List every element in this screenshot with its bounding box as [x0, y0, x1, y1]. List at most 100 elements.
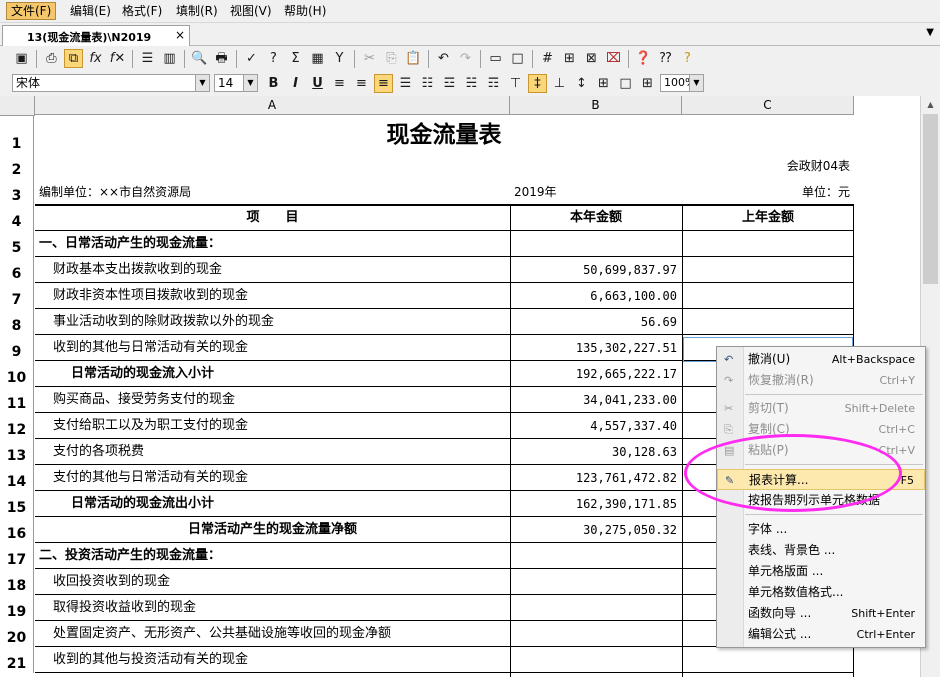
row-header[interactable]: 12	[0, 413, 34, 439]
row-value[interactable]: 4,557,337.40	[510, 413, 682, 439]
redo-icon[interactable]: ↷	[456, 49, 475, 68]
row-label[interactable]: 支付的其他与日常活动有关的现金	[53, 465, 507, 491]
context-menu-redo[interactable]: ↷ 恢复撤消(R) Ctrl+Y	[717, 370, 925, 391]
border-outline-icon[interactable]: □	[616, 74, 635, 93]
function-icon[interactable]: fx	[86, 49, 105, 68]
row-label[interactable]: 日常活动的现金流出小计	[71, 491, 507, 517]
context-menu-number-format[interactable]: 单元格数值格式...	[717, 582, 925, 603]
row-header[interactable]: 5	[0, 231, 34, 257]
check-formula-icon[interactable]: ?	[264, 49, 283, 68]
format-mode-icon[interactable]: ⧉	[64, 49, 83, 68]
menu-file[interactable]: 文件(F)	[6, 2, 57, 20]
cut-icon[interactable]: ✂	[360, 49, 379, 68]
underline-button[interactable]: U	[308, 74, 327, 93]
context-menu-cell-layout[interactable]: 单元格版面 ...	[717, 561, 925, 582]
row-value[interactable]: 135,302,227.51	[510, 335, 682, 361]
row-value[interactable]: 30,275,050.32	[510, 517, 682, 543]
scrollbar-thumb[interactable]	[923, 114, 938, 284]
sum-icon[interactable]: Σ	[286, 49, 305, 68]
row-header[interactable]: 7	[0, 283, 34, 309]
undo-icon[interactable]: ↶	[434, 49, 453, 68]
tip-icon[interactable]: ?	[678, 49, 697, 68]
row-label[interactable]: 财政非资本性项目拨款收到的现金	[53, 283, 507, 309]
row-value[interactable]	[510, 231, 682, 257]
print-setup-icon[interactable]: ⎙	[42, 49, 61, 68]
row-value[interactable]: 123,761,472.82	[510, 465, 682, 491]
valign-center-icon[interactable]: ‡	[528, 74, 547, 93]
font-name-select[interactable]: 宋体 ▼	[12, 74, 210, 92]
row-header[interactable]: 17	[0, 543, 34, 569]
valign-top-icon[interactable]: ⊤	[506, 74, 525, 93]
row-header[interactable]: 6	[0, 257, 34, 283]
context-menu-copy[interactable]: ⎘ 复制(C) Ctrl+C	[717, 419, 925, 440]
row-label[interactable]: 财政基本支出拨款收到的现金	[53, 257, 507, 283]
row-value[interactable]: 162,390,171.85	[510, 491, 682, 517]
print-icon[interactable]: 🖶	[212, 49, 231, 68]
help-icon[interactable]: ❓	[634, 49, 653, 68]
row-label[interactable]: 二、投资活动产生的现金流量：	[39, 543, 507, 569]
column-header-c[interactable]: C	[682, 96, 854, 115]
scroll-up-icon[interactable]: ▲	[923, 98, 938, 112]
row-header[interactable]: 11	[0, 387, 34, 413]
row-label[interactable]: 收到的其他与投资活动有关的现金	[53, 647, 507, 673]
formula-check-icon[interactable]: f✕	[108, 49, 127, 68]
row-header[interactable]: 4	[0, 205, 34, 231]
zoom-select[interactable]: 100% ▼	[660, 74, 704, 92]
row-label[interactable]: 日常活动的现金流入小计	[71, 361, 507, 387]
row-header[interactable]: 1	[0, 116, 34, 153]
grid-icon[interactable]: #	[538, 49, 557, 68]
row-header[interactable]: 14	[0, 465, 34, 491]
valign-distribute-icon[interactable]: ↕	[572, 74, 591, 93]
split-rows-icon[interactable]: ☰	[138, 49, 157, 68]
menu-format[interactable]: 格式(F)	[118, 3, 166, 19]
context-menu-edit-formula[interactable]: 编辑公式 ... Ctrl+Enter	[717, 624, 925, 645]
row-header[interactable]: 10	[0, 361, 34, 387]
context-menu-paste[interactable]: ▤ 粘贴(P) Ctrl+V	[717, 440, 925, 461]
document-tab[interactable]: 13(现金流量表)\N2019 ×	[2, 25, 190, 46]
row-value[interactable]: 192,665,222.17	[510, 361, 682, 387]
align-left-icon[interactable]: ≡	[330, 74, 349, 93]
row-header[interactable]: 9	[0, 335, 34, 361]
context-help-icon[interactable]: ⁇	[656, 49, 675, 68]
row-header[interactable]: 13	[0, 439, 34, 465]
column-header-b[interactable]: B	[510, 96, 682, 115]
row-header[interactable]: 19	[0, 595, 34, 621]
audit-icon[interactable]: ✓	[242, 49, 261, 68]
row-label[interactable]: 日常活动产生的现金流量净额	[35, 517, 510, 543]
italic-button[interactable]: I	[286, 74, 305, 93]
column-header-a[interactable]: A	[35, 96, 510, 115]
align-top-icon[interactable]: ☲	[440, 74, 459, 93]
menu-help[interactable]: 帮助(H)	[280, 3, 330, 19]
row-value[interactable]: 34,041,233.00	[510, 387, 682, 413]
row-header[interactable]: 2	[0, 153, 34, 179]
row-label[interactable]: 一、日常活动产生的现金流量：	[39, 231, 507, 257]
tab-list-dropdown-icon[interactable]: ▼	[926, 27, 934, 38]
grid-all-icon[interactable]: ⊞	[560, 49, 579, 68]
align-center-icon[interactable]: ≡	[352, 74, 371, 93]
row-value[interactable]	[510, 595, 682, 621]
row-header[interactable]: 16	[0, 517, 34, 543]
copy-icon[interactable]: ⎘	[382, 49, 401, 68]
font-size-select[interactable]: 14 ▼	[214, 74, 258, 92]
border-grid-icon[interactable]: ⊞	[638, 74, 657, 93]
context-menu-show-by-period[interactable]: 按报告期列示单元格数据	[717, 490, 925, 511]
align-distribute-icon[interactable]: ☷	[418, 74, 437, 93]
row-header[interactable]: 20	[0, 621, 34, 647]
menu-edit[interactable]: 编辑(E)	[66, 3, 115, 19]
print-preview-icon[interactable]: 🔍	[190, 49, 209, 68]
border-box-icon[interactable]: ▭	[486, 49, 505, 68]
context-menu-function-wizard[interactable]: 函数向导 ... Shift+Enter	[717, 603, 925, 624]
row-header[interactable]: 3	[0, 179, 34, 205]
row-value[interactable]	[510, 569, 682, 595]
row-label[interactable]: 处置固定资产、无形资产、公共基础设施等收回的现金净额	[53, 621, 507, 647]
row-value[interactable]: 30,128.63	[510, 439, 682, 465]
close-icon[interactable]: ×	[175, 28, 185, 42]
row-value[interactable]	[510, 621, 682, 647]
filter-icon[interactable]: Y	[330, 49, 349, 68]
row-label[interactable]: 支付的各项税费	[53, 439, 507, 465]
row-value[interactable]: 50,699,837.97	[510, 257, 682, 283]
context-menu-borders-background[interactable]: 表线、背景色 ...	[717, 540, 925, 561]
row-header[interactable]: 15	[0, 491, 34, 517]
valign-bottom-icon[interactable]: ⊥	[550, 74, 569, 93]
align-bottom-icon[interactable]: ☶	[484, 74, 503, 93]
